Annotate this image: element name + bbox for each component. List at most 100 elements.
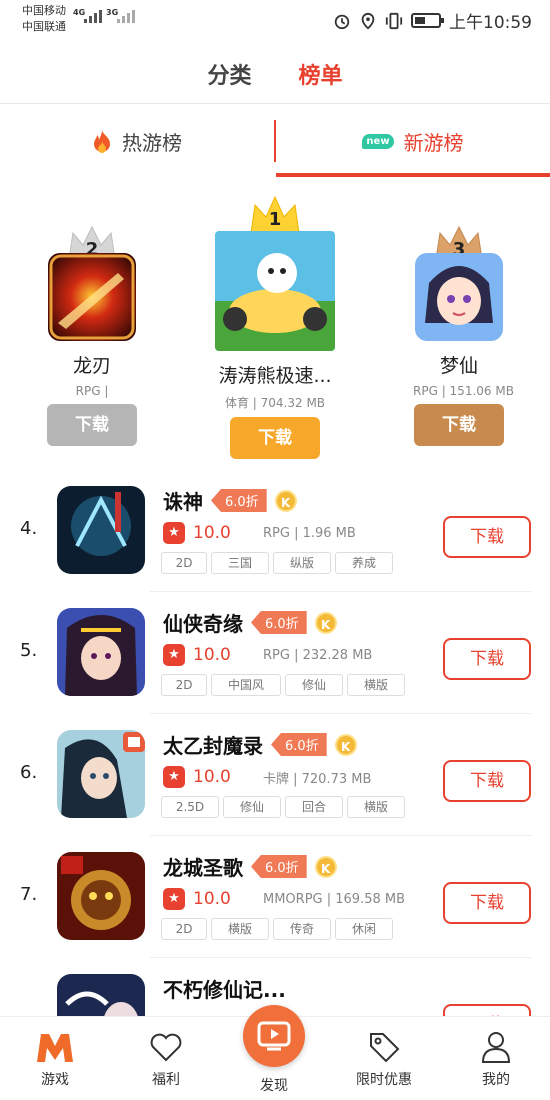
game-icon[interactable] bbox=[415, 253, 503, 341]
download-button[interactable]: 下载 bbox=[230, 417, 320, 459]
gold-crown-icon: 1 bbox=[249, 195, 301, 235]
top-three-podium: 2 龙刃 RPG | 下载 1 涛涛熊极速... 体育 | 704.32 MB … bbox=[0, 190, 550, 460]
score: 10.0 bbox=[193, 767, 231, 787]
score: 10.0 bbox=[193, 889, 231, 909]
signal-icon-2 bbox=[117, 10, 135, 23]
title-line: 仙侠奇缘 6.0折 K bbox=[163, 608, 337, 637]
rank-number: 7. bbox=[20, 884, 38, 905]
tag[interactable]: 2.5D bbox=[161, 796, 219, 818]
title-line: 诛神 6.0折 K bbox=[163, 486, 297, 515]
score: 10.0 bbox=[193, 523, 231, 543]
list-item[interactable]: 4. 诛神 6.0折 K ★ 10.0 RPG | 1.96 MB 2D 三国 … bbox=[0, 470, 550, 592]
games-logo-icon bbox=[37, 1034, 73, 1062]
game-name: 仙侠奇缘 bbox=[163, 612, 243, 636]
podium-item-rank-3[interactable]: 3 梦仙 RPG | 151.06 MB 下载 bbox=[413, 225, 514, 446]
clock: 上午10:59 bbox=[449, 13, 532, 33]
nav-welfare[interactable]: 福利 bbox=[116, 1029, 216, 1089]
tag[interactable]: 纵版 bbox=[273, 552, 331, 574]
tag[interactable]: 修仙 bbox=[223, 796, 281, 818]
game-icon[interactable] bbox=[57, 852, 145, 940]
game-meta: 体育 | 704.32 MB bbox=[224, 396, 326, 410]
nav-discover[interactable]: 发现 bbox=[224, 1075, 324, 1095]
score-line: ★ 10.0 MMORPG | 169.58 MB bbox=[163, 888, 405, 910]
tab-hot-games[interactable]: 热游榜 bbox=[0, 104, 274, 178]
discount-badge: 6.0折 bbox=[211, 489, 267, 512]
video-play-icon bbox=[257, 1021, 291, 1051]
nav-deals[interactable]: 限时优惠 bbox=[334, 1029, 434, 1089]
status-bar: 中国移动 中国联通 4G 3G 上午10:59 bbox=[0, 0, 550, 40]
title-line: 龙城圣歌 6.0折 K bbox=[163, 852, 337, 881]
nav-discover-label: 发现 bbox=[260, 1078, 288, 1094]
nav-welfare-label: 福利 bbox=[152, 1072, 180, 1088]
rank-number: 1 bbox=[268, 209, 282, 230]
game-name: 龙城圣歌 bbox=[163, 856, 243, 880]
k-coin-icon: K bbox=[274, 489, 297, 512]
price-tag-icon bbox=[370, 1033, 400, 1063]
tag[interactable]: 休闲 bbox=[335, 918, 393, 940]
discount-badge: 6.0折 bbox=[271, 733, 327, 756]
download-button[interactable]: 下载 bbox=[414, 404, 504, 446]
game-meta: RPG | 1.96 MB bbox=[263, 525, 356, 541]
game-icon[interactable] bbox=[57, 730, 145, 818]
tag-list: 2.5D 修仙 回合 横版 bbox=[161, 796, 405, 818]
tag[interactable]: 传奇 bbox=[273, 918, 331, 940]
discover-button[interactable] bbox=[243, 1005, 305, 1067]
download-button[interactable]: 下载 bbox=[443, 760, 531, 802]
game-icon[interactable] bbox=[215, 231, 335, 351]
tag[interactable]: 中国风 bbox=[211, 674, 281, 696]
list-item[interactable]: 5. 仙侠奇缘 6.0折 K ★ 10.0 RPG | 232.28 MB 2D… bbox=[0, 592, 550, 714]
game-name: 涛涛熊极速... bbox=[218, 365, 332, 387]
user-icon bbox=[481, 1032, 511, 1063]
score: 10.0 bbox=[193, 645, 231, 665]
download-button[interactable]: 下载 bbox=[443, 638, 531, 680]
tab-ranking[interactable]: 榜单 bbox=[299, 58, 343, 90]
nav-mine[interactable]: 我的 bbox=[446, 1029, 546, 1089]
tag[interactable]: 修仙 bbox=[285, 674, 343, 696]
podium-item-rank-2[interactable]: 2 龙刃 RPG | 下载 bbox=[46, 225, 138, 446]
tag-list: 2D 横版 传奇 休闲 bbox=[161, 918, 393, 940]
tag-list: 2D 中国风 修仙 横版 bbox=[161, 674, 405, 696]
list-item[interactable]: 7. 龙城圣歌 6.0折 K ★ 10.0 MMORPG | 169.58 MB… bbox=[0, 836, 550, 958]
rank-number: 4. bbox=[20, 518, 38, 539]
discount-badge: 6.0折 bbox=[251, 855, 307, 878]
game-icon[interactable] bbox=[57, 486, 145, 574]
battery-icon bbox=[411, 13, 444, 28]
download-button[interactable]: 下载 bbox=[443, 516, 531, 558]
tag[interactable]: 2D bbox=[161, 552, 207, 574]
tag[interactable]: 横版 bbox=[347, 674, 405, 696]
game-name: 梦仙 bbox=[439, 355, 478, 377]
vibrate-icon bbox=[385, 12, 403, 29]
top-tabs: 分类 榜单 bbox=[0, 58, 550, 90]
game-meta: RPG | 151.06 MB bbox=[413, 384, 514, 398]
download-button[interactable]: 下载 bbox=[443, 882, 531, 924]
tag[interactable]: 三国 bbox=[211, 552, 269, 574]
tag[interactable]: 2D bbox=[161, 918, 207, 940]
heart-icon bbox=[150, 1033, 182, 1062]
game-meta: 卡牌 | 720.73 MB bbox=[263, 771, 372, 787]
rank-number: 5. bbox=[20, 640, 38, 661]
ranking-subtabs: 热游榜 new 新游榜 bbox=[0, 104, 550, 180]
tag[interactable]: 2D bbox=[161, 674, 207, 696]
list-item[interactable]: 6. 太乙封魔录 6.0折 K ★ 10.0 卡牌 | 720.73 MB 2.… bbox=[0, 714, 550, 836]
title-line: 太乙封魔录 6.0折 K bbox=[163, 730, 357, 759]
game-icon[interactable] bbox=[57, 608, 145, 696]
tag[interactable]: 横版 bbox=[347, 796, 405, 818]
game-name: 诛神 bbox=[163, 490, 203, 514]
tab-new-games[interactable]: new 新游榜 bbox=[276, 104, 550, 178]
score-line: ★ 10.0 卡牌 | 720.73 MB bbox=[163, 766, 371, 788]
tag[interactable]: 养成 bbox=[335, 552, 393, 574]
tab-hot-label: 热游榜 bbox=[122, 130, 182, 155]
game-icon[interactable] bbox=[48, 253, 136, 341]
tag[interactable]: 横版 bbox=[211, 918, 269, 940]
carrier-info: 中国移动 中国联通 bbox=[22, 3, 66, 35]
nav-games[interactable]: 游戏 bbox=[5, 1029, 105, 1089]
title-line: 不朽修仙记... bbox=[163, 974, 286, 1003]
game-meta: RPG | 232.28 MB bbox=[263, 647, 373, 663]
nav-games-label: 游戏 bbox=[41, 1072, 69, 1088]
tab-category[interactable]: 分类 bbox=[207, 58, 251, 90]
download-button[interactable]: 下载 bbox=[47, 404, 137, 446]
tag[interactable]: 回合 bbox=[285, 796, 343, 818]
podium-item-rank-1[interactable]: 1 涛涛熊极速... 体育 | 704.32 MB 下载 bbox=[205, 195, 345, 459]
game-meta: MMORPG | 169.58 MB bbox=[263, 891, 406, 907]
flame-icon bbox=[94, 130, 110, 153]
